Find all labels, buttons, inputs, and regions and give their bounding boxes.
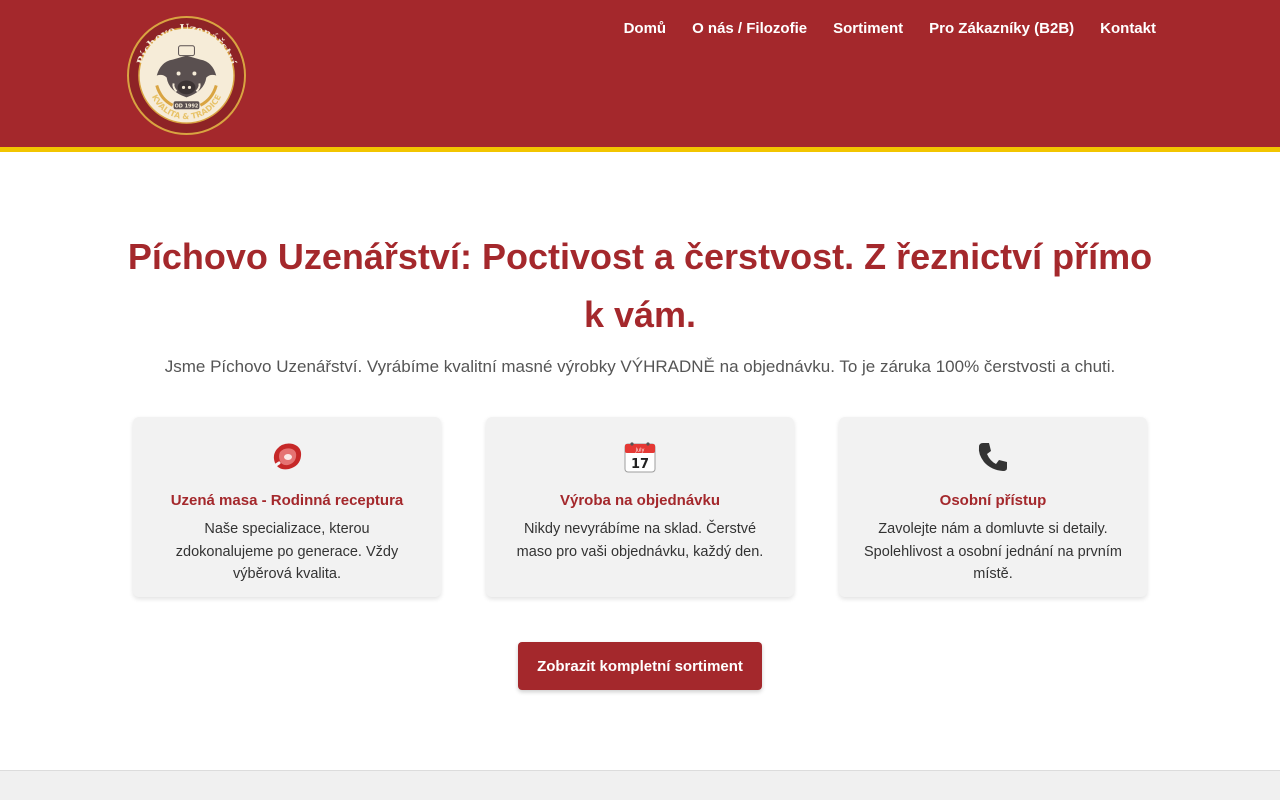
logo[interactable]: Píchovo Uzenářství OD 1992 KVALITA & TRA… (127, 16, 246, 135)
feature-text: Zavolejte nám a domluvte si detaily. Spo… (864, 521, 1122, 582)
svg-text:OD 1992: OD 1992 (175, 104, 199, 110)
hero-subtitle: Jsme Píchovo Uzenářství. Vyrábíme kvalit… (164, 357, 1116, 376)
nav-link-products[interactable]: Sortiment (833, 20, 903, 38)
svg-text:July: July (635, 448, 645, 454)
feature-title: Výroba na objednávku (559, 492, 721, 509)
view-products-button[interactable]: Zobrazit kompletní sortiment (518, 642, 762, 690)
svg-text:17: 17 (631, 457, 649, 472)
site-header: Píchovo Uzenářství OD 1992 KVALITA & TRA… (0, 0, 1280, 152)
feature-card-personal-approach: Osobní přístup Zavolejte nám a domluvte … (839, 417, 1147, 597)
feature-title: Osobní přístup (939, 492, 1047, 509)
main-nav: Domů O nás / Filozofie Sortiment Pro Zák… (624, 20, 1156, 38)
hero-title: Píchovo Uzenářství: Poctivost a čerstvos… (127, 236, 1153, 335)
nav-link-about[interactable]: O nás / Filozofie (692, 20, 807, 38)
phone-icon (978, 443, 1007, 471)
meat-icon (271, 443, 302, 470)
nav-link-b2b[interactable]: Pro Zákazníky (B2B) (929, 20, 1074, 38)
feature-text: Nikdy nevyrábíme na sklad. Čerstvé maso … (516, 521, 764, 560)
feature-card-made-to-order: July 17 Výroba na objednávku Nikdy nevyr… (486, 417, 794, 597)
feature-title: Uzená masa - Rodinná receptura (170, 492, 404, 509)
footer-band (0, 770, 1280, 800)
feature-text: Naše specializace, kterou zdokonalujeme … (175, 521, 399, 582)
calendar-icon: July 17 (624, 442, 656, 473)
nav-link-home[interactable]: Domů (624, 20, 667, 38)
nav-link-contact[interactable]: Kontakt (1100, 20, 1156, 38)
feature-card-smoked-meat: Uzená masa - Rodinná receptura Naše spec… (133, 417, 441, 597)
